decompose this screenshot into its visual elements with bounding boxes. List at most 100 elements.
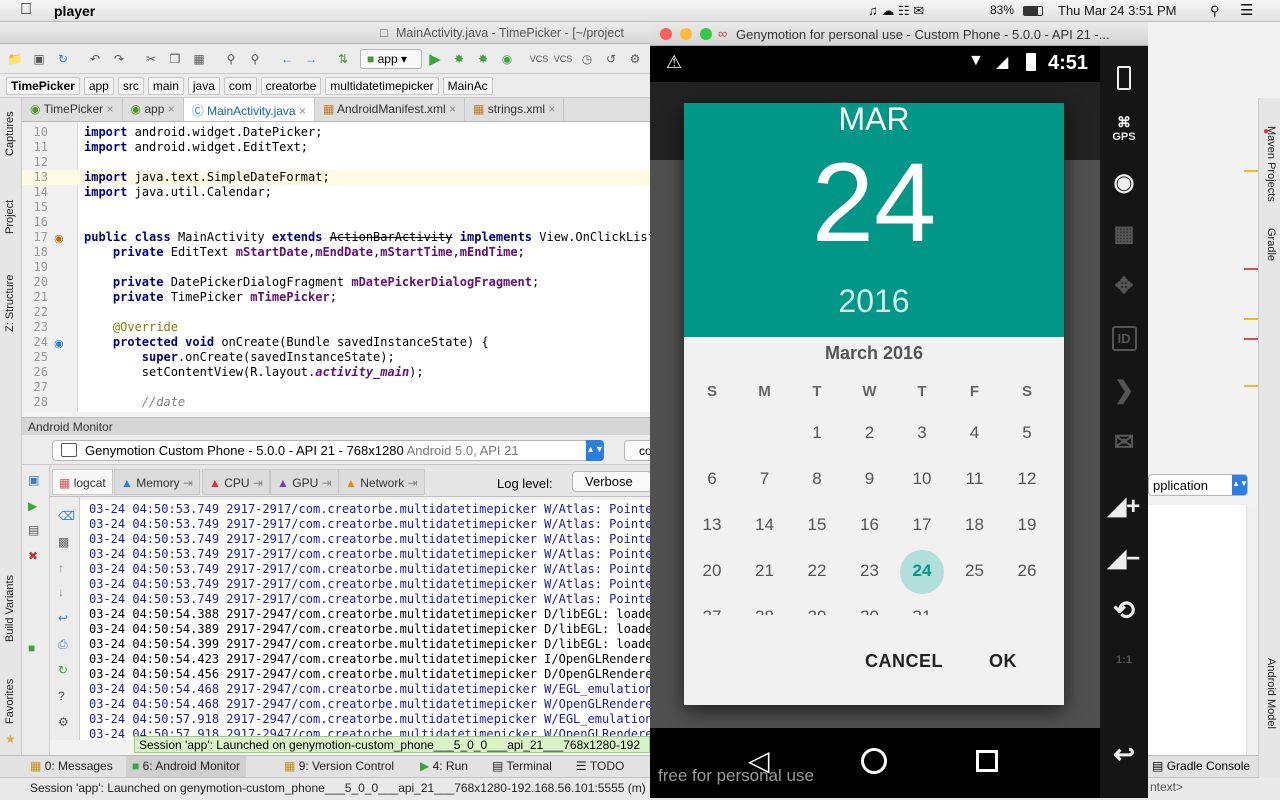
battery-icon[interactable] [1023, 6, 1043, 16]
restart-icon[interactable]: ↻ [58, 663, 68, 677]
status-context[interactable]: ntext> [1150, 780, 1183, 794]
log-line[interactable]: 03-24 04:50:54.456 2917-2947/com.creator… [89, 667, 650, 682]
logcat-output[interactable]: 03-24 04:50:53.749 2917-2917/com.creator… [80, 500, 650, 740]
calendar-day[interactable]: 6 [686, 469, 738, 489]
calendar-day[interactable]: 21 [739, 561, 791, 581]
clock[interactable]: Thu Mar 24 3:51 PM [1058, 3, 1177, 18]
code-line[interactable]: @Override [84, 320, 178, 335]
breadcrumb-src[interactable]: src [117, 76, 144, 95]
ok-button[interactable]: OK [989, 651, 1017, 672]
close-window-icon[interactable] [660, 28, 672, 40]
record-icon[interactable]: ▶ [28, 499, 37, 513]
log-scrollbar[interactable] [1246, 505, 1258, 755]
rotate-icon[interactable]: ⟲ [1106, 592, 1142, 628]
system-info-icon[interactable]: ▤ [28, 523, 39, 537]
calendar-day[interactable]: 3 [896, 423, 948, 443]
notification-center-icon[interactable]: ☰ [1240, 1, 1253, 19]
log-line[interactable]: 03-24 04:50:53.749 2917-2917/com.creator… [89, 547, 650, 562]
print-icon[interactable]: ⎙ [58, 637, 68, 652]
code-line[interactable]: import java.util.Calendar; [84, 185, 272, 200]
calendar-day[interactable]: 12 [1001, 469, 1053, 489]
capture-icon[interactable]: ▦ [1106, 216, 1142, 252]
revert-icon[interactable]: ↺ [602, 50, 620, 68]
vcs-commit-icon[interactable]: VCS [554, 50, 573, 68]
code-line[interactable]: import java.text.SimpleDateFormat; [84, 170, 330, 185]
save-icon[interactable]: ▣ [30, 50, 48, 68]
tool-window-build-variants[interactable]: Build Variants [4, 575, 16, 642]
tab-terminal[interactable]: ▤ Terminal [492, 759, 552, 773]
log-line[interactable]: 03-24 04:50:54.423 2917-2947/com.creator… [89, 652, 650, 667]
settings-icon[interactable]: ⚙ [626, 50, 644, 68]
log-level-select[interactable]: Verbose [572, 471, 652, 492]
breadcrumb-package[interactable]: multidatetimepicker [325, 76, 439, 95]
run-icon[interactable]: ▶ [426, 50, 444, 68]
clear-log-icon[interactable]: ⌫ [58, 509, 75, 523]
copy-icon[interactable]: ❐ [166, 50, 184, 68]
calendar-day[interactable]: 9 [844, 469, 896, 489]
tool-window-android-model[interactable]: Android Model [1265, 658, 1277, 729]
calendar-day[interactable]: 1 [791, 423, 843, 443]
tab-todo[interactable]: ☰ TODO [576, 759, 624, 773]
tab-network[interactable]: ▲ Network ⇥ [338, 469, 425, 495]
calendar-day[interactable]: 27 [686, 607, 738, 615]
spotlight-search-icon[interactable]: ⚲ [1210, 3, 1220, 19]
tab-app[interactable]: ◉ app × [123, 98, 184, 121]
replace-icon[interactable]: ⚲ [246, 50, 264, 68]
sync-icon[interactable]: ↻ [54, 50, 72, 68]
calendar-day[interactable]: 14 [739, 515, 791, 535]
device-id-icon[interactable]: ID [1106, 320, 1142, 356]
calendar-day[interactable]: 17 [896, 515, 948, 535]
history-icon[interactable]: ◷ [578, 50, 596, 68]
calendar-day[interactable]: 31 [896, 607, 948, 615]
volume-down-icon[interactable]: ◢− [1106, 540, 1142, 576]
breadcrumb-creatorbe[interactable]: creatorbe [260, 76, 322, 95]
calendar-day[interactable]: 26 [1001, 561, 1053, 581]
log-line[interactable]: 03-24 04:50:53.749 2917-2917/com.creator… [89, 532, 650, 547]
gear-icon[interactable]: ⚙ [58, 715, 69, 729]
recents-nav-icon[interactable] [976, 750, 998, 772]
calendar-day[interactable]: 10 [896, 469, 948, 489]
code-line[interactable]: import android.widget.DatePicker; [84, 125, 322, 140]
calendar-day[interactable]: 23 [844, 561, 896, 581]
webcam-icon[interactable]: ◉ [1106, 164, 1142, 200]
terminate-icon[interactable]: ✖ [28, 549, 38, 563]
back-button-icon[interactable]: ↩ [1106, 736, 1142, 772]
tab-logcat[interactable]: ▦ logcat [52, 469, 113, 495]
calendar-day[interactable]: 15 [791, 515, 843, 535]
undo-icon[interactable]: ↶ [86, 50, 104, 68]
help-icon[interactable]: ? [58, 689, 65, 703]
log-line[interactable]: 03-24 04:50:57.918 2917-2947/com.creator… [89, 712, 650, 727]
code-line[interactable]: private DatePickerDialogFragment mDatePi… [84, 275, 539, 290]
pixel-perfect-icon[interactable]: 1:1 [1106, 642, 1142, 678]
calendar-day[interactable]: 29 [791, 607, 843, 615]
code-line[interactable]: setContentView(R.layout.activity_main); [84, 365, 424, 380]
network-icon[interactable]: ❯ [1106, 372, 1142, 408]
log-line[interactable]: 03-24 04:50:54.399 2917-2947/com.creator… [89, 637, 650, 652]
breadcrumb-com[interactable]: com [223, 76, 257, 95]
calendar-day[interactable]: 7 [739, 469, 791, 489]
back-icon[interactable]: ← [278, 50, 296, 68]
breadcrumb-main[interactable]: main [147, 76, 184, 95]
log-line[interactable]: 03-24 04:50:54.388 2917-2947/com.creator… [89, 607, 650, 622]
tool-window-structure[interactable]: Z: Structure [4, 275, 16, 332]
tool-window-maven[interactable]: Maven Projects [1265, 126, 1277, 202]
log-line[interactable]: 03-24 04:50:53.749 2917-2917/com.creator… [89, 592, 650, 607]
coverage-icon[interactable]: ◉ [498, 50, 516, 68]
calendar-day[interactable]: 20 [686, 561, 738, 581]
log-line[interactable]: 03-24 04:50:53.749 2917-2917/com.creator… [89, 577, 650, 592]
tab-gpu[interactable]: ▲ GPU ⇥ [270, 469, 339, 495]
code-line[interactable]: protected void onCreate(Bundle savedInst… [84, 335, 489, 350]
tool-window-gradle[interactable]: Gradle [1265, 228, 1277, 261]
battery-widget-icon[interactable] [1106, 60, 1142, 96]
open-folder-icon[interactable]: 📁 [6, 50, 24, 68]
paste-icon[interactable]: ▦ [190, 50, 208, 68]
android-screen[interactable]: ⚠ ▼ ◢ 4:51 ◁ free for personal use MAR 2… [650, 46, 1100, 798]
calendar-day[interactable]: 22 [791, 561, 843, 581]
sms-icon[interactable]: ✉ [1106, 424, 1142, 460]
breadcrumb-class[interactable]: MainAc [442, 76, 493, 95]
tab-gradle-console[interactable]: ▤ Gradle Console [1148, 755, 1258, 777]
calendar-day[interactable]: 24 [896, 561, 948, 581]
home-nav-icon[interactable] [861, 748, 887, 774]
zoom-window-icon[interactable] [700, 28, 712, 40]
code-line[interactable]: public class MainActivity extends Action… [84, 230, 662, 245]
